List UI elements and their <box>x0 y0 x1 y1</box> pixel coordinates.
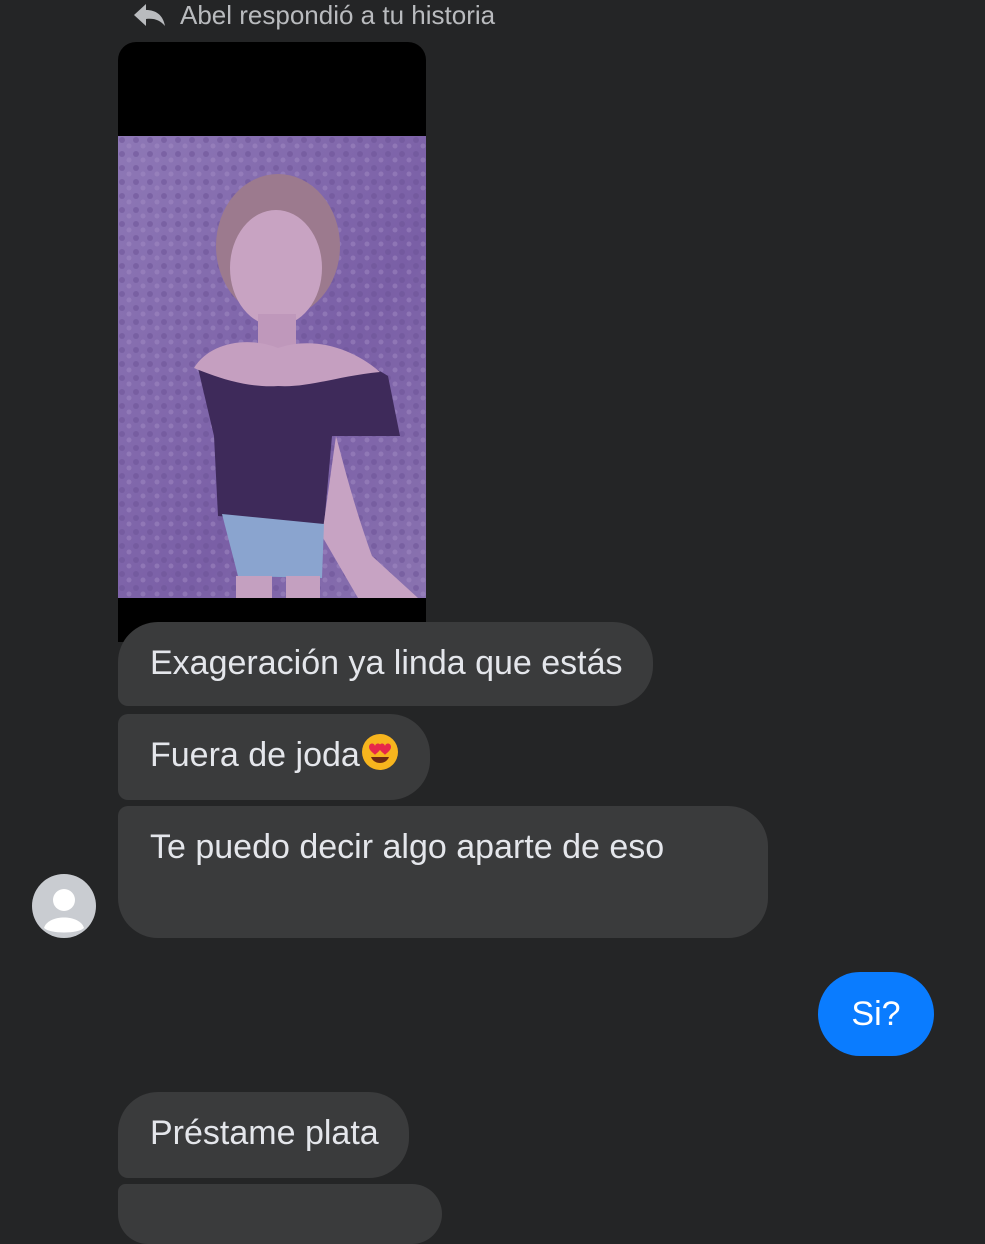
received-message[interactable]: Exageración ya linda que estás <box>118 622 653 706</box>
message-text: Fuera de joda <box>150 736 360 774</box>
received-message[interactable]: Te puedo decir algo aparte de eso <box>118 806 768 938</box>
story-photo <box>118 136 426 598</box>
default-avatar-icon[interactable] <box>32 874 96 938</box>
received-message[interactable]: Fuera de joda <box>118 714 430 800</box>
message-text: Te puedo decir algo aparte de eso <box>150 828 665 866</box>
reply-arrow-icon <box>134 4 165 26</box>
story-preview[interactable] <box>118 42 426 642</box>
message-text: Exageración ya linda que estás <box>150 644 623 682</box>
message-text: Si? <box>851 995 901 1033</box>
received-message[interactable]: Préstame plata <box>118 1092 409 1178</box>
reply-header-text: Abel respondió a tu historia <box>180 0 496 30</box>
story-reply-header: Abel respondió a tu historia <box>132 0 495 30</box>
received-message-partial[interactable] <box>118 1184 442 1244</box>
message-text: Préstame plata <box>150 1114 379 1152</box>
heart-eyes-emoji-icon <box>361 734 398 770</box>
sent-message[interactable]: Si? <box>818 972 934 1056</box>
